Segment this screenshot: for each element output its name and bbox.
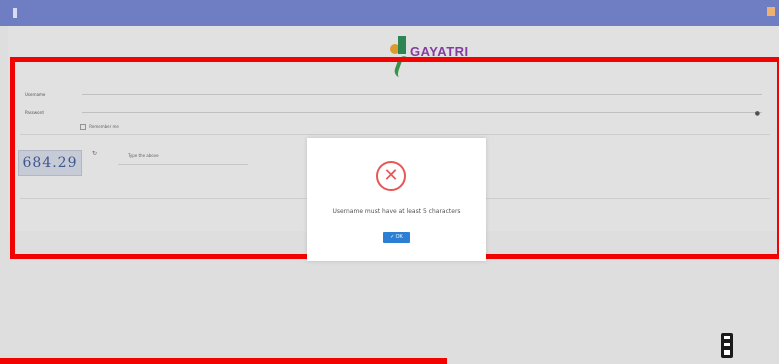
error-dialog: ✕ Username must have at least 5 characte… xyxy=(307,138,486,261)
annotation-highlight-line xyxy=(0,358,447,364)
user-icon[interactable] xyxy=(767,7,775,16)
menu-icon[interactable] xyxy=(13,8,17,18)
error-x-icon: ✕ xyxy=(383,165,399,186)
error-message: Username must have at least 5 characters xyxy=(332,208,461,215)
mobile-app-icon[interactable] xyxy=(721,333,733,358)
ok-button[interactable]: ✓ OK xyxy=(383,232,410,243)
error-circle-icon: ✕ xyxy=(376,161,406,191)
top-navbar xyxy=(0,0,779,26)
